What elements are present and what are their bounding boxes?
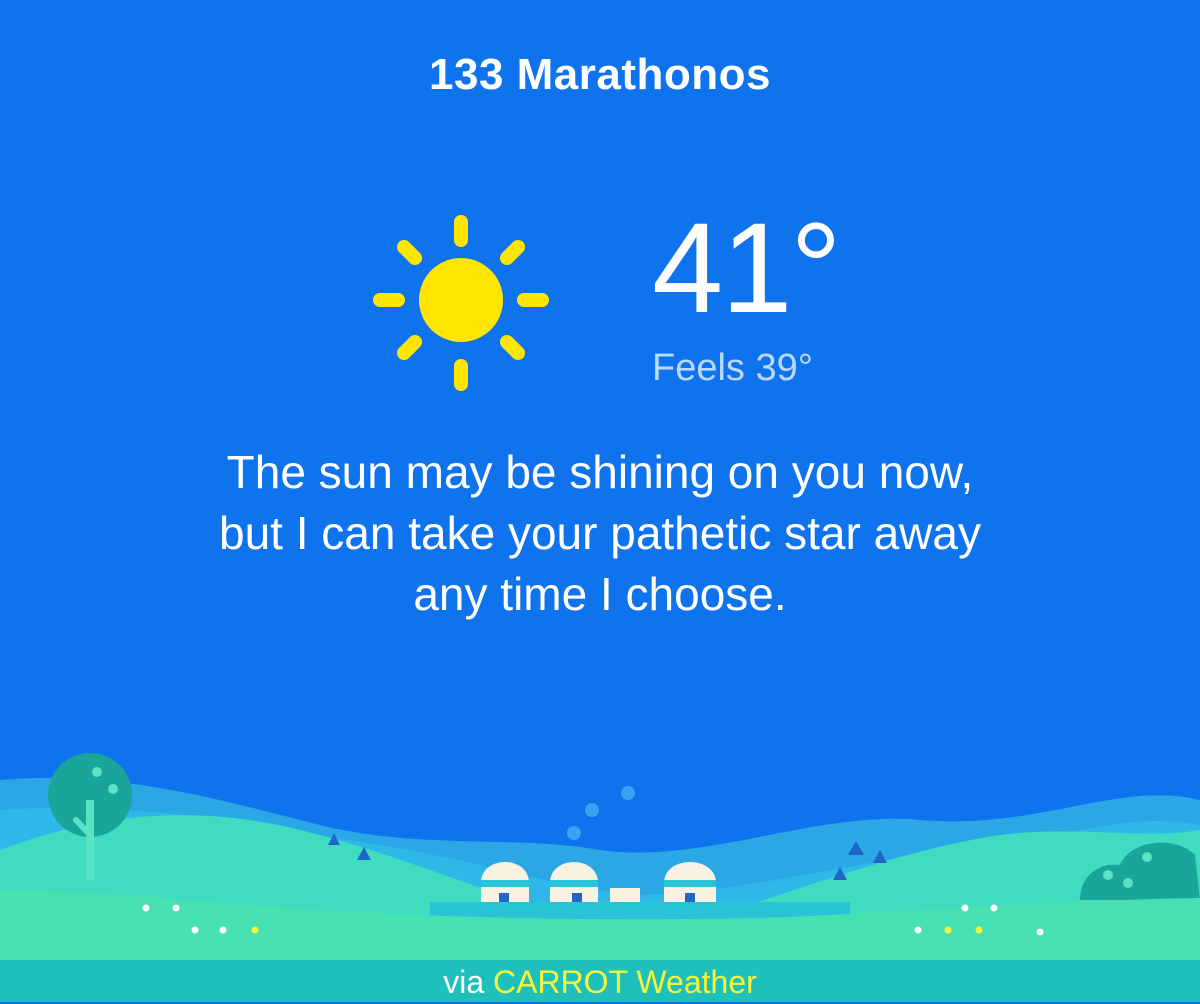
message-line: but I can take your pathetic star away — [219, 507, 981, 559]
sun-icon — [373, 215, 549, 391]
message-line: any time I choose. — [413, 568, 787, 620]
weather-screen: { "location": { "name": "133 Marathonos"… — [0, 0, 1200, 1002]
current-temperature: 41° — [652, 197, 842, 340]
attribution-bar[interactable]: via CARROT Weather — [0, 960, 1200, 1002]
temperature-panel: 41° Feels 39° — [640, 205, 870, 390]
weather-message: The sun may be shining on you now, but I… — [150, 442, 1050, 625]
message-line: The sun may be shining on you now, — [226, 446, 974, 498]
location-title[interactable]: 133 Marathonos — [0, 50, 1200, 100]
brand-name[interactable]: CARROT Weather — [493, 964, 757, 1000]
attribution-prefix: via — [443, 964, 485, 1000]
feels-like-temperature: Feels 39° — [652, 347, 813, 389]
